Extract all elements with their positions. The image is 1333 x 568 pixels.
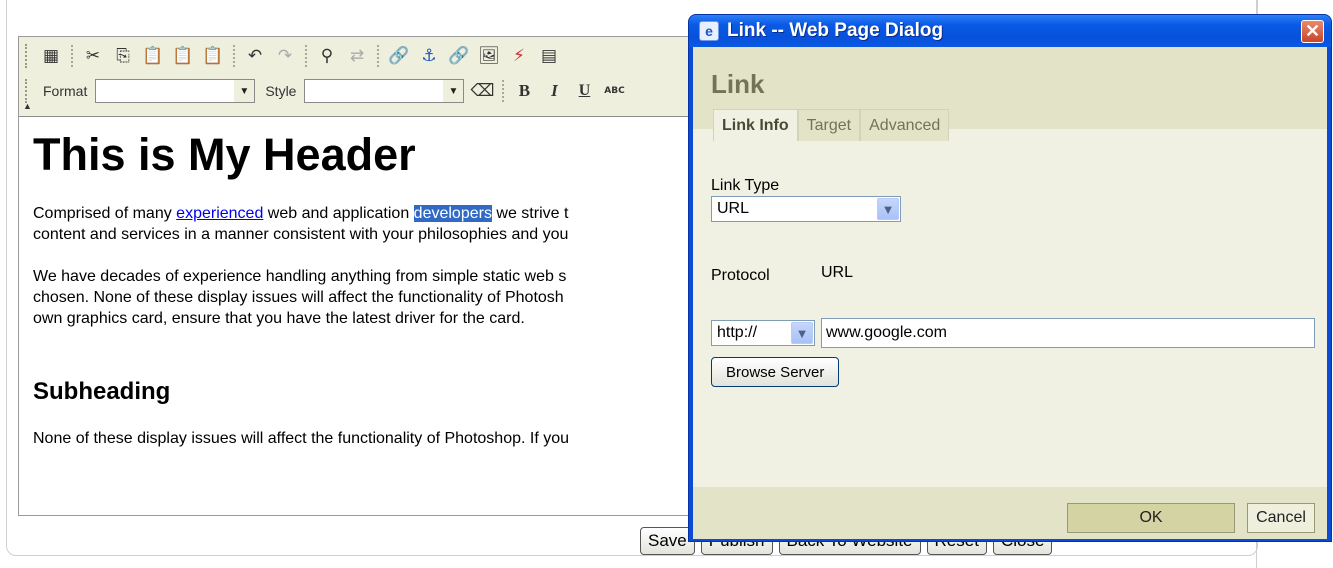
dialog-title: Link -- Web Page Dialog [727, 20, 944, 41]
chevron-down-icon[interactable]: ▼ [877, 198, 899, 220]
tab-target[interactable]: Target [797, 109, 861, 141]
format-combo[interactable]: ▼ [95, 79, 256, 103]
url-label: URL [821, 264, 854, 281]
source-icon[interactable]: ▦ [39, 44, 63, 68]
bold-icon[interactable]: B [512, 79, 536, 103]
style-combo[interactable]: ▼ [304, 79, 465, 103]
chevron-down-icon[interactable]: ▼ [791, 322, 813, 344]
toolbar-separator [502, 80, 505, 102]
chevron-down-icon[interactable]: ▼ [234, 80, 255, 102]
toolbar-collapse-icon[interactable]: ▲ [23, 101, 32, 111]
toolbar-row-2: Format ▼ Style ▼ ⌫ B I U ABC [25, 76, 626, 106]
undo-icon[interactable]: ↶ [243, 44, 267, 68]
remove-format-icon[interactable]: ⌫ [470, 79, 494, 103]
browse-server-button[interactable]: Browse Server [711, 357, 840, 387]
text-run: we strive t [491, 205, 569, 222]
replace-icon[interactable]: ⇄ [345, 44, 369, 68]
toolbar-grip[interactable] [25, 79, 29, 103]
link-type-value: URL [717, 200, 750, 217]
toolbar-row-1: ▦ ✂ ⎘ 📋 📋 📋 ↶ ↷ ⚲ ⇄ 🔗 ⚓ 🔗 🖼 ⚡ ▤ [25, 41, 561, 71]
paste-icon[interactable]: 📋 [141, 44, 165, 68]
link-type-select[interactable]: URL ▼ [711, 196, 901, 222]
link-icon[interactable]: 🔗 [387, 44, 411, 68]
cut-icon[interactable]: ✂ [81, 44, 105, 68]
tab-link-info[interactable]: Link Info [713, 109, 798, 141]
close-icon[interactable]: ✕ [1301, 20, 1324, 43]
toolbar-separator [305, 45, 307, 67]
text-run: Comprised of many [33, 205, 177, 222]
chevron-down-icon[interactable]: ▼ [443, 80, 464, 102]
toolbar-separator [71, 45, 73, 67]
style-label: Style [265, 83, 297, 99]
flash-icon[interactable]: ⚡ [507, 44, 531, 68]
unlink-icon[interactable]: 🔗 [447, 44, 471, 68]
dialog-tabs: Link Info Target Advanced [713, 109, 950, 141]
dialog-header: Link Link Info Target Advanced [693, 47, 1327, 141]
copy-icon[interactable]: ⎘ [111, 44, 135, 68]
dialog-body: Link Link Info Target Advanced Link Type… [693, 47, 1327, 539]
link-type-label: Link Type [711, 177, 780, 194]
dialog-heading: Link [711, 69, 765, 99]
toolbar-separator [233, 45, 235, 67]
link-dialog: e Link -- Web Page Dialog ✕ Link Link In… [688, 14, 1332, 542]
image-icon[interactable]: 🖼 [477, 44, 501, 68]
anchor-icon[interactable]: ⚓ [417, 44, 441, 68]
protocol-value: http:// [717, 324, 758, 341]
format-label: Format [43, 83, 88, 99]
save-button[interactable]: Save [640, 527, 695, 555]
underline-icon[interactable]: U [572, 79, 596, 103]
url-input[interactable]: www.google.com [821, 318, 1315, 348]
paste-word-icon[interactable]: 📋 [201, 44, 225, 68]
strikethrough-icon[interactable]: ABC [602, 79, 626, 103]
protocol-label: Protocol [711, 267, 770, 284]
ie-window-icon: e [699, 21, 719, 41]
tab-advanced[interactable]: Advanced [860, 109, 950, 141]
table-icon[interactable]: ▤ [537, 44, 561, 68]
protocol-select[interactable]: http:// ▼ [711, 320, 815, 346]
dialog-titlebar[interactable]: e Link -- Web Page Dialog ✕ [689, 15, 1331, 47]
cancel-button[interactable]: Cancel [1247, 503, 1315, 533]
redo-icon[interactable]: ↷ [273, 44, 297, 68]
italic-icon[interactable]: I [542, 79, 566, 103]
find-icon[interactable]: ⚲ [315, 44, 339, 68]
toolbar-grip[interactable] [25, 44, 29, 68]
selected-text: developers [413, 205, 492, 222]
ok-button[interactable]: OK [1067, 503, 1235, 533]
text-run: web and application [263, 205, 414, 222]
experienced-link[interactable]: experienced [176, 205, 263, 222]
url-value: www.google.com [826, 324, 947, 341]
toolbar-separator [377, 45, 379, 67]
paste-text-icon[interactable]: 📋 [171, 44, 195, 68]
